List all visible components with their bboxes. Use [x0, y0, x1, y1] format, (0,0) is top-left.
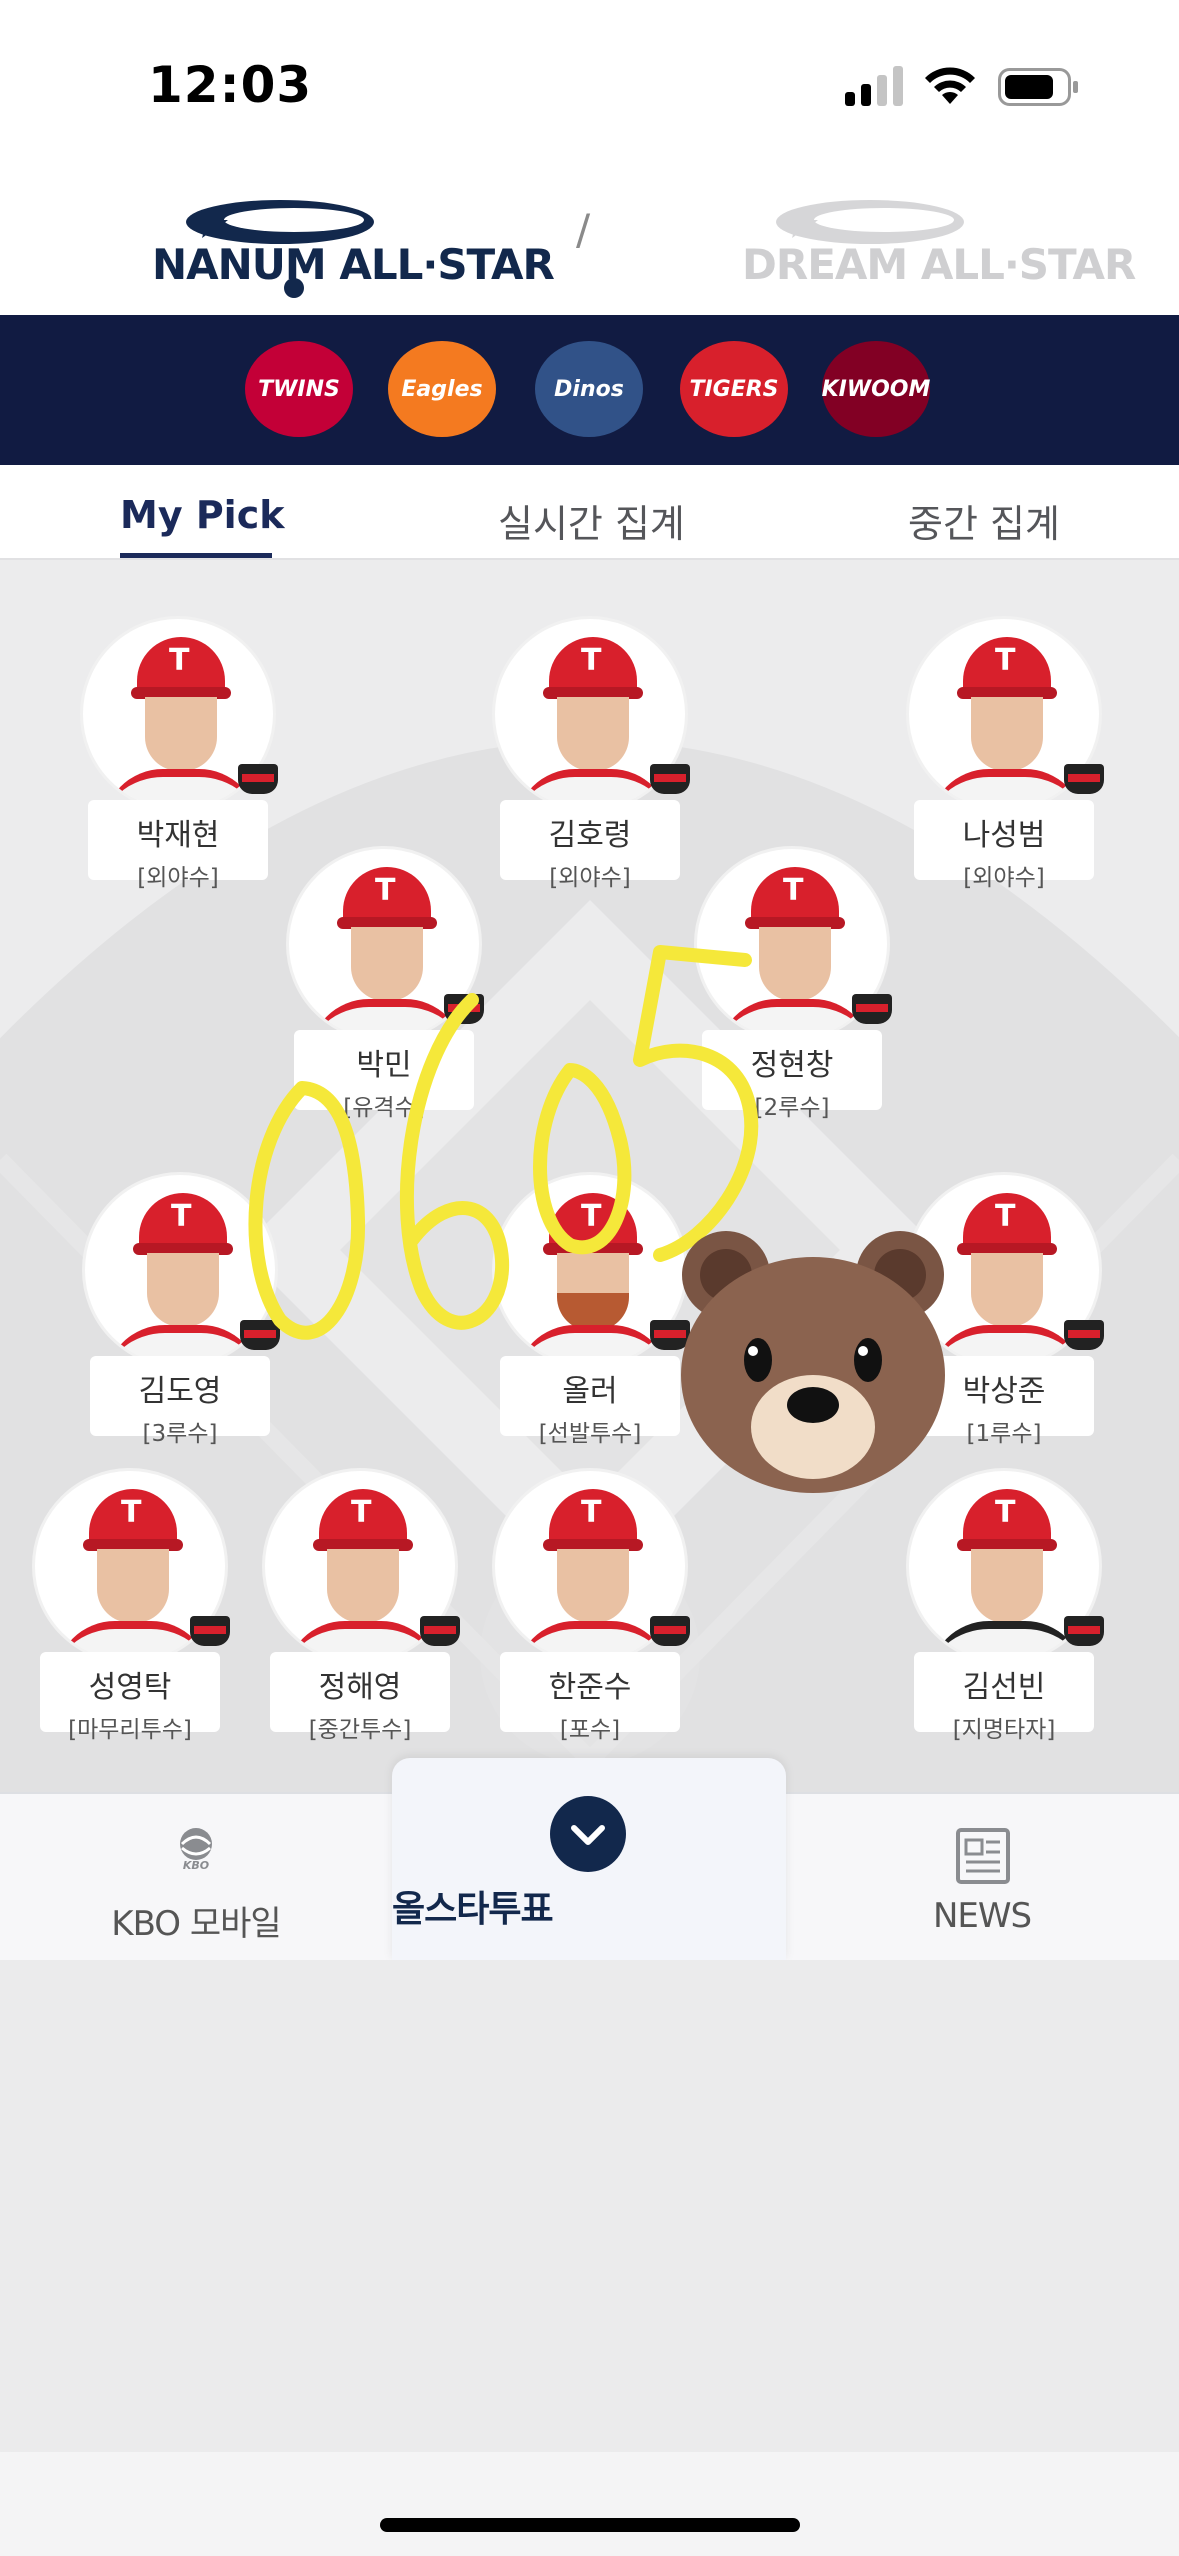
- status-bar: 12:03: [0, 0, 1179, 170]
- player-position: [외야수]: [137, 865, 219, 891]
- newspaper-icon: [956, 1828, 1010, 1884]
- player-card[interactable]: 성영탁 [마무리투수]: [32, 1468, 232, 1748]
- player-position: [중간투수]: [308, 1717, 412, 1743]
- tigers-badge-icon: [190, 1616, 230, 1646]
- team-logo-eagles[interactable]: Eagles: [388, 341, 496, 437]
- player-card[interactable]: 나성범 [외야수]: [906, 616, 1106, 896]
- player-position: [지명타자]: [952, 1717, 1056, 1743]
- tigers-badge-icon: [420, 1616, 460, 1646]
- player-name: 나성범: [962, 818, 1046, 853]
- player-name: 김호령: [548, 818, 632, 853]
- tigers-badge-icon: [1064, 764, 1104, 794]
- player-position: [선발투수]: [538, 1421, 642, 1447]
- nav-news[interactable]: NEWS: [832, 1794, 1132, 1962]
- player-namecard: 한준수 [포수]: [500, 1652, 680, 1743]
- wifi-icon: [925, 67, 975, 104]
- player-name: 성영탁: [88, 1670, 172, 1705]
- logo-separator: /: [576, 205, 591, 254]
- player-card[interactable]: 한준수 [포수]: [492, 1468, 692, 1748]
- tigers-badge-icon: [238, 764, 278, 794]
- nav-label-kbo: KBO 모바일: [111, 1904, 281, 1944]
- player-namecard: 올러 [선발투수]: [500, 1356, 680, 1447]
- nav-label-allstar: 올스타투표: [392, 1889, 554, 1930]
- team-label: TWINS: [258, 376, 340, 402]
- cellular-signal-icon: [845, 66, 903, 106]
- player-position: [마무리투수]: [68, 1717, 192, 1743]
- player-name: 김선빈: [962, 1670, 1046, 1705]
- player-namecard: 박재현 [외야수]: [88, 800, 268, 891]
- player-card[interactable]: 정해영 [중간투수]: [262, 1468, 462, 1748]
- player-position: [외야수]: [549, 865, 631, 891]
- player-card[interactable]: 김선빈 [지명타자]: [906, 1468, 1106, 1748]
- tigers-badge-icon: [650, 1616, 690, 1646]
- bear-sticker-icon: [681, 1231, 945, 1493]
- tigers-badge-icon: [852, 994, 892, 1024]
- kbo-logo-text: KBO: [183, 1859, 209, 1870]
- player-namecard: 성영탁 [마무리투수]: [40, 1652, 220, 1743]
- player-name: 박재현: [136, 818, 220, 853]
- team-logo-dinos[interactable]: Dinos: [535, 341, 643, 437]
- chevron-down-icon[interactable]: [550, 1796, 626, 1872]
- tab-my-pick[interactable]: My Pick: [120, 493, 285, 537]
- tigers-badge-icon: [1064, 1616, 1104, 1646]
- home-indicator-area: [0, 2452, 1179, 2556]
- nav-label-news: NEWS: [932, 1896, 1032, 1936]
- tab-realtime-count[interactable]: 실시간 집계: [498, 493, 685, 548]
- player-namecard: 김도영 [3루수]: [90, 1356, 270, 1447]
- player-name: 정해영: [318, 1670, 402, 1705]
- tigers-badge-icon: [650, 764, 690, 794]
- player-name: 김도영: [138, 1374, 222, 1409]
- battery-icon: [998, 68, 1078, 106]
- player-card[interactable]: 김호령 [외야수]: [492, 616, 692, 896]
- team-label: Eagles: [401, 376, 483, 402]
- player-namecard: 나성범 [외야수]: [914, 800, 1094, 891]
- team-logo-tigers[interactable]: TIGERS: [680, 341, 788, 437]
- team-filter-bar: TWINS Eagles Dinos TIGERS KIWOOM: [0, 315, 1179, 465]
- home-indicator[interactable]: [380, 2518, 800, 2532]
- dream-allstar-tab[interactable]: DREAM ALL·STAR: [740, 190, 1136, 294]
- player-name: 올러: [562, 1374, 618, 1409]
- team-logo-kiwoom[interactable]: KIWOOM: [822, 341, 930, 437]
- nanum-allstar-label: NANUM ALL·STAR: [152, 240, 555, 289]
- selected-indicator: [284, 278, 304, 298]
- team-label: KIWOOM: [821, 376, 931, 402]
- empty-content-area: [0, 1960, 1179, 2452]
- player-name: 한준수: [548, 1670, 632, 1705]
- player-namecard: 김선빈 [지명타자]: [914, 1652, 1094, 1743]
- status-time: 12:03: [148, 56, 313, 114]
- player-position: [외야수]: [963, 865, 1045, 891]
- nav-allstar-vote[interactable]: 올스타투표: [392, 1758, 786, 1960]
- allstar-selector: NANUM ALL·STAR / DREAM ALL·STAR: [0, 170, 1179, 315]
- player-namecard: 정해영 [중간투수]: [270, 1652, 450, 1743]
- dream-allstar-label: DREAM ALL·STAR: [742, 240, 1136, 289]
- active-tab-underline: [120, 553, 272, 558]
- team-label: TIGERS: [689, 376, 779, 402]
- team-label: Dinos: [554, 376, 624, 402]
- tab-interim-count[interactable]: 중간 집계: [908, 493, 1060, 548]
- tigers-badge-icon: [1064, 1320, 1104, 1350]
- player-namecard: 김호령 [외야수]: [500, 800, 680, 891]
- player-position: [3루수]: [142, 1421, 218, 1447]
- kbo-logo-icon: KBO: [180, 1828, 212, 1870]
- view-tabs: My Pick 실시간 집계 중간 집계: [0, 465, 1179, 560]
- player-position: [포수]: [559, 1717, 621, 1743]
- nav-kbo-mobile[interactable]: KBO KBO 모바일: [46, 1794, 346, 1962]
- nanum-allstar-tab[interactable]: NANUM ALL·STAR: [150, 190, 555, 294]
- player-card[interactable]: 박재현 [외야수]: [80, 616, 280, 896]
- team-logo-twins[interactable]: TWINS: [245, 341, 353, 437]
